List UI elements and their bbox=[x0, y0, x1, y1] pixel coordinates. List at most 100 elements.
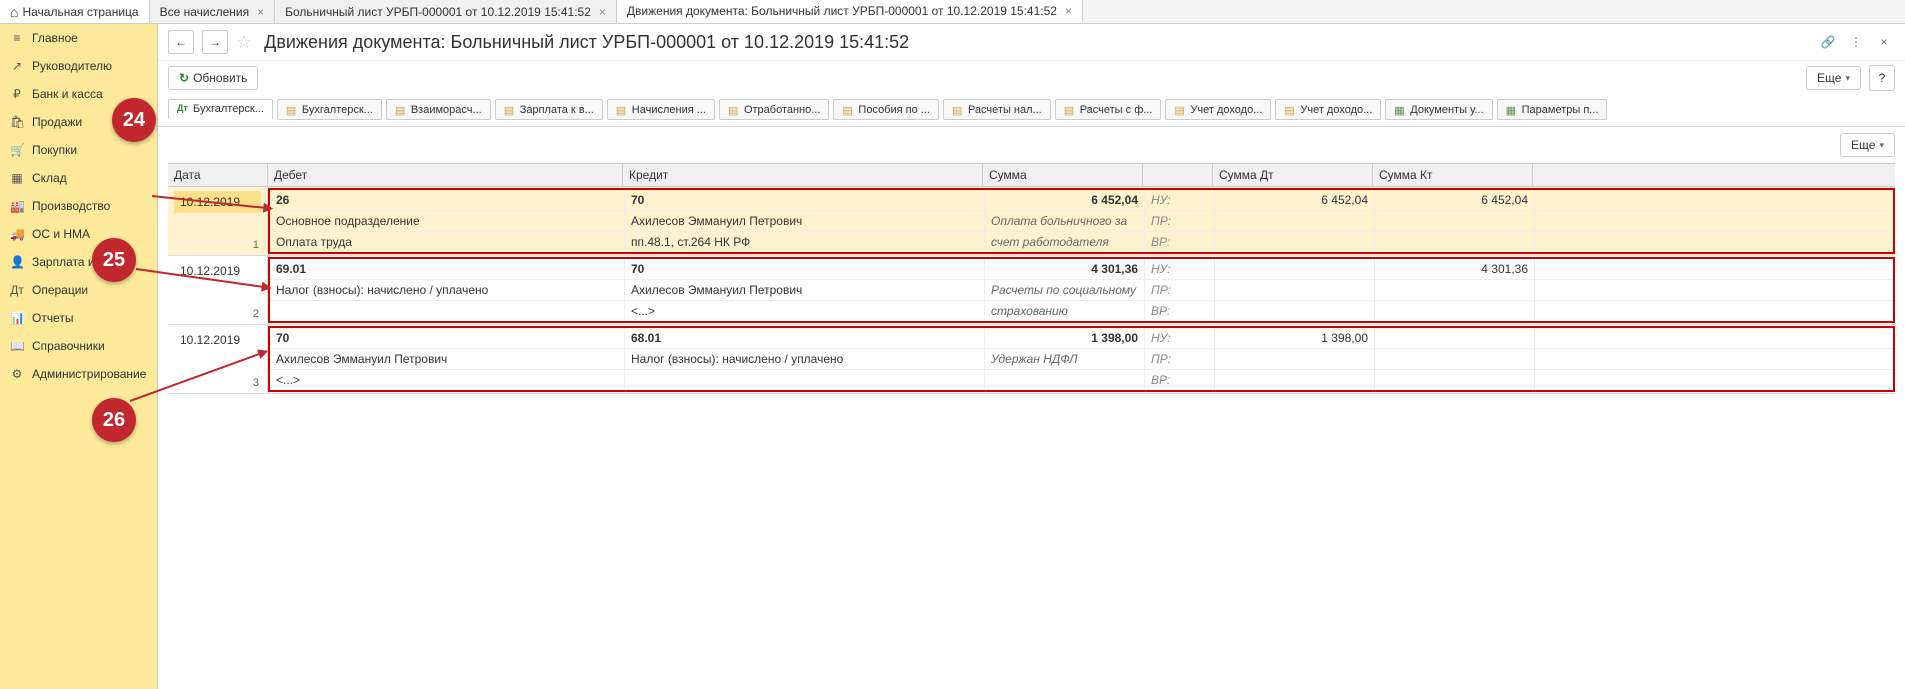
label-cell: НУ: bbox=[1145, 190, 1215, 210]
subtab-worked[interactable]: Отработанно... bbox=[719, 99, 829, 120]
kt-cell: 4 301,36 bbox=[1375, 259, 1535, 279]
grid-more-button[interactable]: Еще bbox=[1840, 133, 1895, 157]
sidebar-label: Главное bbox=[32, 31, 78, 45]
close-icon[interactable]: × bbox=[1873, 31, 1895, 53]
sidebar-item-directories[interactable]: 📖Справочники bbox=[0, 332, 157, 360]
subtab-settlements[interactable]: Взаиморасч... bbox=[386, 99, 491, 120]
subtab-fund-calc[interactable]: Расчеты с ф... bbox=[1055, 99, 1162, 120]
subtab-accounting-1[interactable]: Бухгалтерск... bbox=[168, 99, 273, 120]
sidebar-label: ОС и НМА bbox=[32, 227, 90, 241]
table-icon bbox=[504, 104, 516, 116]
forward-button[interactable]: → bbox=[202, 30, 228, 54]
page-title: Движения документа: Больничный лист УРБП… bbox=[264, 32, 909, 53]
tab-label: Движения документа: Больничный лист УРБП… bbox=[627, 4, 1057, 18]
sidebar-item-production[interactable]: 🏭 Производство bbox=[0, 192, 157, 220]
link-icon[interactable]: 🔗 bbox=[1817, 31, 1839, 53]
person-icon: 👤 bbox=[10, 255, 24, 269]
summa-cell: страхованию bbox=[985, 301, 1145, 321]
back-button[interactable]: ← bbox=[168, 30, 194, 54]
table-icon bbox=[952, 104, 964, 116]
dt-cell: 6 452,04 bbox=[1215, 190, 1375, 210]
sidebar-label: Банк и касса bbox=[32, 87, 103, 101]
factory-icon: 🏭 bbox=[10, 199, 24, 213]
subtab-tax-calc[interactable]: Расчеты нал... bbox=[943, 99, 1051, 120]
credit-cell: Ахилесов Эммануил Петрович bbox=[625, 211, 985, 231]
subtab-benefits[interactable]: Пособия по ... bbox=[833, 99, 939, 120]
table-icon bbox=[1284, 104, 1296, 116]
subtab-salary-pay[interactable]: Зарплата к в... bbox=[495, 99, 603, 120]
tab-movements[interactable]: Движения документа: Больничный лист УРБП… bbox=[617, 0, 1083, 23]
subtab-accounting-2[interactable]: Бухгалтерск... bbox=[277, 99, 382, 120]
col-summa[interactable]: Сумма bbox=[983, 164, 1143, 186]
tab-accruals[interactable]: Все начисления × bbox=[150, 0, 276, 23]
sidebar-label: Склад bbox=[32, 171, 67, 185]
kebab-icon[interactable]: ⋮ bbox=[1845, 31, 1867, 53]
table-icon bbox=[1506, 104, 1518, 116]
table-icon bbox=[616, 104, 628, 116]
table-row[interactable]: 10.12.2019269.01704 301,36НУ:4 301,36Нал… bbox=[168, 256, 1895, 325]
sidebar-item-operations[interactable]: ДтОперации bbox=[0, 276, 157, 304]
sidebar-item-assets[interactable]: 🚚ОС и НМА bbox=[0, 220, 157, 248]
col-lab-blank bbox=[1143, 164, 1213, 186]
tab-home[interactable]: Начальная страница bbox=[0, 0, 150, 23]
sidebar-item-admin[interactable]: ⚙Администрирование bbox=[0, 360, 157, 388]
refresh-button[interactable]: Обновить bbox=[168, 66, 258, 90]
help-button[interactable]: ? bbox=[1869, 65, 1895, 91]
debit-cell: Ахилесов Эммануил Петрович bbox=[270, 349, 625, 369]
dtk-icon bbox=[177, 103, 189, 115]
bag-icon: 🛍 bbox=[10, 115, 24, 129]
chart-icon: ↗ bbox=[10, 59, 24, 73]
more-button[interactable]: Еще bbox=[1806, 66, 1861, 90]
summa-cell: 6 452,04 bbox=[985, 190, 1145, 210]
table-row[interactable]: 10.12.2019126706 452,04НУ:6 452,046 452,… bbox=[168, 187, 1895, 256]
kt-cell: 6 452,04 bbox=[1375, 190, 1535, 210]
table-icon bbox=[286, 104, 298, 116]
table-icon bbox=[1064, 104, 1076, 116]
kt-cell bbox=[1375, 232, 1535, 252]
sidebar-label: Производство bbox=[32, 199, 110, 213]
summa-cell bbox=[985, 370, 1145, 390]
label-cell: НУ: bbox=[1145, 259, 1215, 279]
dt-cell bbox=[1215, 280, 1375, 300]
table-icon bbox=[395, 104, 407, 116]
sidebar-label: Администрирование bbox=[32, 367, 146, 381]
menu-icon: ≡ bbox=[10, 31, 24, 45]
main-content: ← → Движения документа: Больничный лист … bbox=[158, 0, 1905, 689]
dt-cell bbox=[1215, 349, 1375, 369]
summa-cell: 4 301,36 bbox=[985, 259, 1145, 279]
close-icon[interactable]: × bbox=[1065, 4, 1072, 18]
col-summa-dt[interactable]: Сумма Дт bbox=[1213, 164, 1373, 186]
col-debit[interactable]: Дебет bbox=[268, 164, 623, 186]
subtab-accruals[interactable]: Начисления ... bbox=[607, 99, 715, 120]
credit-cell: 70 bbox=[625, 259, 985, 279]
summa-cell: 1 398,00 bbox=[985, 328, 1145, 348]
subtab-income-2[interactable]: Учет доходо... bbox=[1275, 99, 1381, 120]
subtab-documents[interactable]: Документы у... bbox=[1385, 99, 1492, 120]
col-credit[interactable]: Кредит bbox=[623, 164, 983, 186]
close-icon[interactable]: × bbox=[599, 5, 606, 19]
credit-cell: 70 bbox=[625, 190, 985, 210]
close-icon[interactable]: × bbox=[257, 5, 264, 19]
register-tabs: Бухгалтерск... Бухгалтерск... Взаиморасч… bbox=[158, 99, 1905, 127]
table-row[interactable]: 10.12.201937068.011 398,00НУ:1 398,00Ахи… bbox=[168, 325, 1895, 394]
label-cell: ПР: bbox=[1145, 349, 1215, 369]
label-cell: ВР: bbox=[1145, 301, 1215, 321]
tab-sick-leave[interactable]: Больничный лист УРБП-000001 от 10.12.201… bbox=[275, 0, 617, 23]
row-number: 3 bbox=[253, 377, 261, 389]
grid-icon: ▦ bbox=[10, 171, 24, 185]
refresh-icon bbox=[179, 71, 189, 85]
debit-cell: 26 bbox=[270, 190, 625, 210]
label-cell: ПР: bbox=[1145, 280, 1215, 300]
sidebar-item-warehouse[interactable]: ▦ Склад bbox=[0, 164, 157, 192]
subtab-income-1[interactable]: Учет доходо... bbox=[1165, 99, 1271, 120]
sidebar-item-reports[interactable]: 📊Отчеты bbox=[0, 304, 157, 332]
sidebar-label: Отчеты bbox=[32, 311, 73, 325]
col-summa-kt[interactable]: Сумма Кт bbox=[1373, 164, 1533, 186]
kt-cell bbox=[1375, 280, 1535, 300]
favorite-icon[interactable] bbox=[236, 32, 252, 53]
col-date[interactable]: Дата bbox=[168, 164, 268, 186]
summa-cell: Удержан НДФЛ bbox=[985, 349, 1145, 369]
sidebar-item-manager[interactable]: ↗Руководителю bbox=[0, 52, 157, 80]
sidebar-item-main[interactable]: ≡ Главное bbox=[0, 24, 157, 52]
subtab-params[interactable]: Параметры п... bbox=[1497, 99, 1608, 120]
